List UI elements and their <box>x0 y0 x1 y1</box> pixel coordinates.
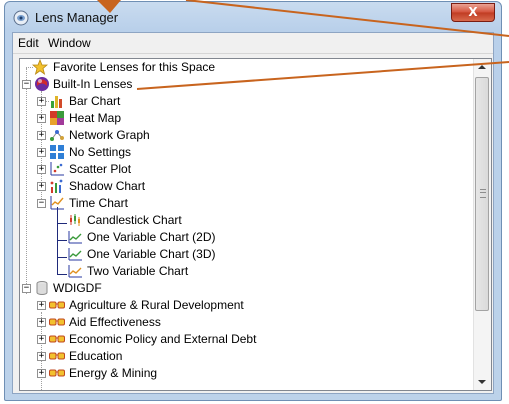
tree-item-label: Heat Map <box>69 111 122 125</box>
collapse-icon[interactable]: − <box>22 284 31 293</box>
tree-item-label: Network Graph <box>69 128 150 142</box>
candlestick-icon <box>70 214 80 226</box>
client-area: Edit Window Favorite Lenses for this Spa… <box>12 32 494 394</box>
tree-item-label: Agriculture & Rural Development <box>69 298 244 312</box>
expand-icon[interactable]: + <box>37 148 46 157</box>
tree-item-candlestick-chart[interactable]: Candlestick Chart <box>20 212 470 229</box>
glasses-icon <box>49 335 65 343</box>
tree-item-label: Aid Effectiveness <box>69 315 161 329</box>
tree-item-label: Built-In Lenses <box>53 77 133 91</box>
tree-item-label: WDIGDF <box>53 281 102 295</box>
tree-item-agriculture[interactable]: + Agriculture & Rural Development <box>20 297 470 314</box>
tree-item-label: Education <box>69 349 123 363</box>
expand-icon[interactable]: + <box>37 97 46 106</box>
title-bar[interactable]: Lens Manager X <box>5 2 501 32</box>
tree-item-label: Candlestick Chart <box>87 213 182 227</box>
glasses-icon <box>49 301 65 309</box>
bar-chart-icon <box>51 96 62 108</box>
tree-item-label: Time Chart <box>69 196 128 210</box>
tree-item-aid-effectiveness[interactable]: + Aid Effectiveness <box>20 314 470 331</box>
tree-item-label: Two Variable Chart <box>87 264 189 278</box>
scatter-plot-icon <box>50 162 64 176</box>
tree-item-label: Favorite Lenses for this Space <box>53 60 216 74</box>
time-chart-icon <box>50 196 64 210</box>
close-button[interactable]: X <box>451 3 495 22</box>
collapse-icon[interactable]: − <box>22 80 31 89</box>
glasses-icon <box>49 369 65 377</box>
menu-window[interactable]: Window <box>48 36 91 50</box>
menu-edit[interactable]: Edit <box>18 36 39 50</box>
tree-item-no-settings[interactable]: + No Settings <box>20 144 470 161</box>
tree-item-label: Scatter Plot <box>69 162 132 176</box>
scrollbar-thumb[interactable] <box>475 77 489 311</box>
sphere-icon <box>35 77 49 91</box>
expand-icon[interactable]: + <box>37 301 46 310</box>
tree-item-heat-map[interactable]: + Heat Map <box>20 110 470 127</box>
tree-item-shadow-chart[interactable]: + Shadow Chart <box>20 178 470 195</box>
tree-item-wdigdf[interactable]: − WDIGDF <box>20 280 470 297</box>
glasses-icon <box>49 352 65 360</box>
tree-item-one-variable-chart-3d[interactable]: One Variable Chart (3D) <box>20 246 470 263</box>
tree-item-label: One Variable Chart (3D) <box>87 247 216 261</box>
scroll-down-icon[interactable] <box>478 380 486 384</box>
network-graph-icon <box>50 130 64 141</box>
tree-item-label: No Settings <box>69 145 132 159</box>
line-chart-icon <box>68 265 82 278</box>
tree-item-energy-mining[interactable]: + Energy & Mining <box>20 365 470 382</box>
tree-item-two-variable-chart[interactable]: Two Variable Chart <box>20 263 470 280</box>
expand-icon[interactable]: + <box>37 369 46 378</box>
expand-icon[interactable]: + <box>37 182 46 191</box>
expand-icon[interactable]: + <box>37 352 46 361</box>
glasses-icon <box>49 318 65 326</box>
tree-item-time-chart[interactable]: − Time Chart <box>20 195 470 212</box>
no-settings-icon <box>50 145 64 159</box>
tree-item-label: Shadow Chart <box>69 179 146 193</box>
expand-icon[interactable]: + <box>37 114 46 123</box>
tree-item-bar-chart[interactable]: + Bar Chart <box>20 93 470 110</box>
line-chart-icon <box>68 248 82 261</box>
expand-icon[interactable]: + <box>37 165 46 174</box>
lens-manager-window: Lens Manager X Edit Window Favorite Lens… <box>4 1 502 401</box>
heat-map-icon <box>50 111 64 125</box>
window-title: Lens Manager <box>35 10 119 25</box>
database-icon <box>36 281 48 295</box>
tree-item-education[interactable]: + Education <box>20 348 470 365</box>
app-icon <box>13 10 29 26</box>
star-icon <box>32 59 48 75</box>
scroll-up-icon[interactable] <box>478 65 486 69</box>
expand-icon[interactable]: + <box>37 335 46 344</box>
grip-icon <box>480 189 486 198</box>
tree-item-network-graph[interactable]: + Network Graph <box>20 127 470 144</box>
tree-item-builtin-lenses[interactable]: − Built-In Lenses <box>20 76 470 93</box>
shadow-chart-icon <box>50 179 63 193</box>
tree-item-label: Economic Policy and External Debt <box>69 332 257 346</box>
tree-item-favorites[interactable]: Favorite Lenses for this Space <box>20 59 470 76</box>
tree-item-one-variable-chart-2d[interactable]: One Variable Chart (2D) <box>20 229 470 246</box>
expand-icon[interactable]: + <box>37 318 46 327</box>
vertical-scrollbar[interactable] <box>473 59 491 390</box>
tree-item-label: One Variable Chart (2D) <box>87 230 216 244</box>
lens-tree[interactable]: Favorite Lenses for this Space − Built-I… <box>19 58 492 391</box>
tree-item-scatter-plot[interactable]: + Scatter Plot <box>20 161 470 178</box>
line-chart-icon <box>68 231 82 244</box>
expand-icon[interactable]: + <box>37 131 46 140</box>
menu-bar: Edit Window <box>13 33 493 54</box>
tree-item-economic-policy[interactable]: + Economic Policy and External Debt <box>20 331 470 348</box>
collapse-icon[interactable]: − <box>37 199 46 208</box>
tree-item-label: Energy & Mining <box>69 366 158 380</box>
tree-item-label: Bar Chart <box>69 94 121 108</box>
